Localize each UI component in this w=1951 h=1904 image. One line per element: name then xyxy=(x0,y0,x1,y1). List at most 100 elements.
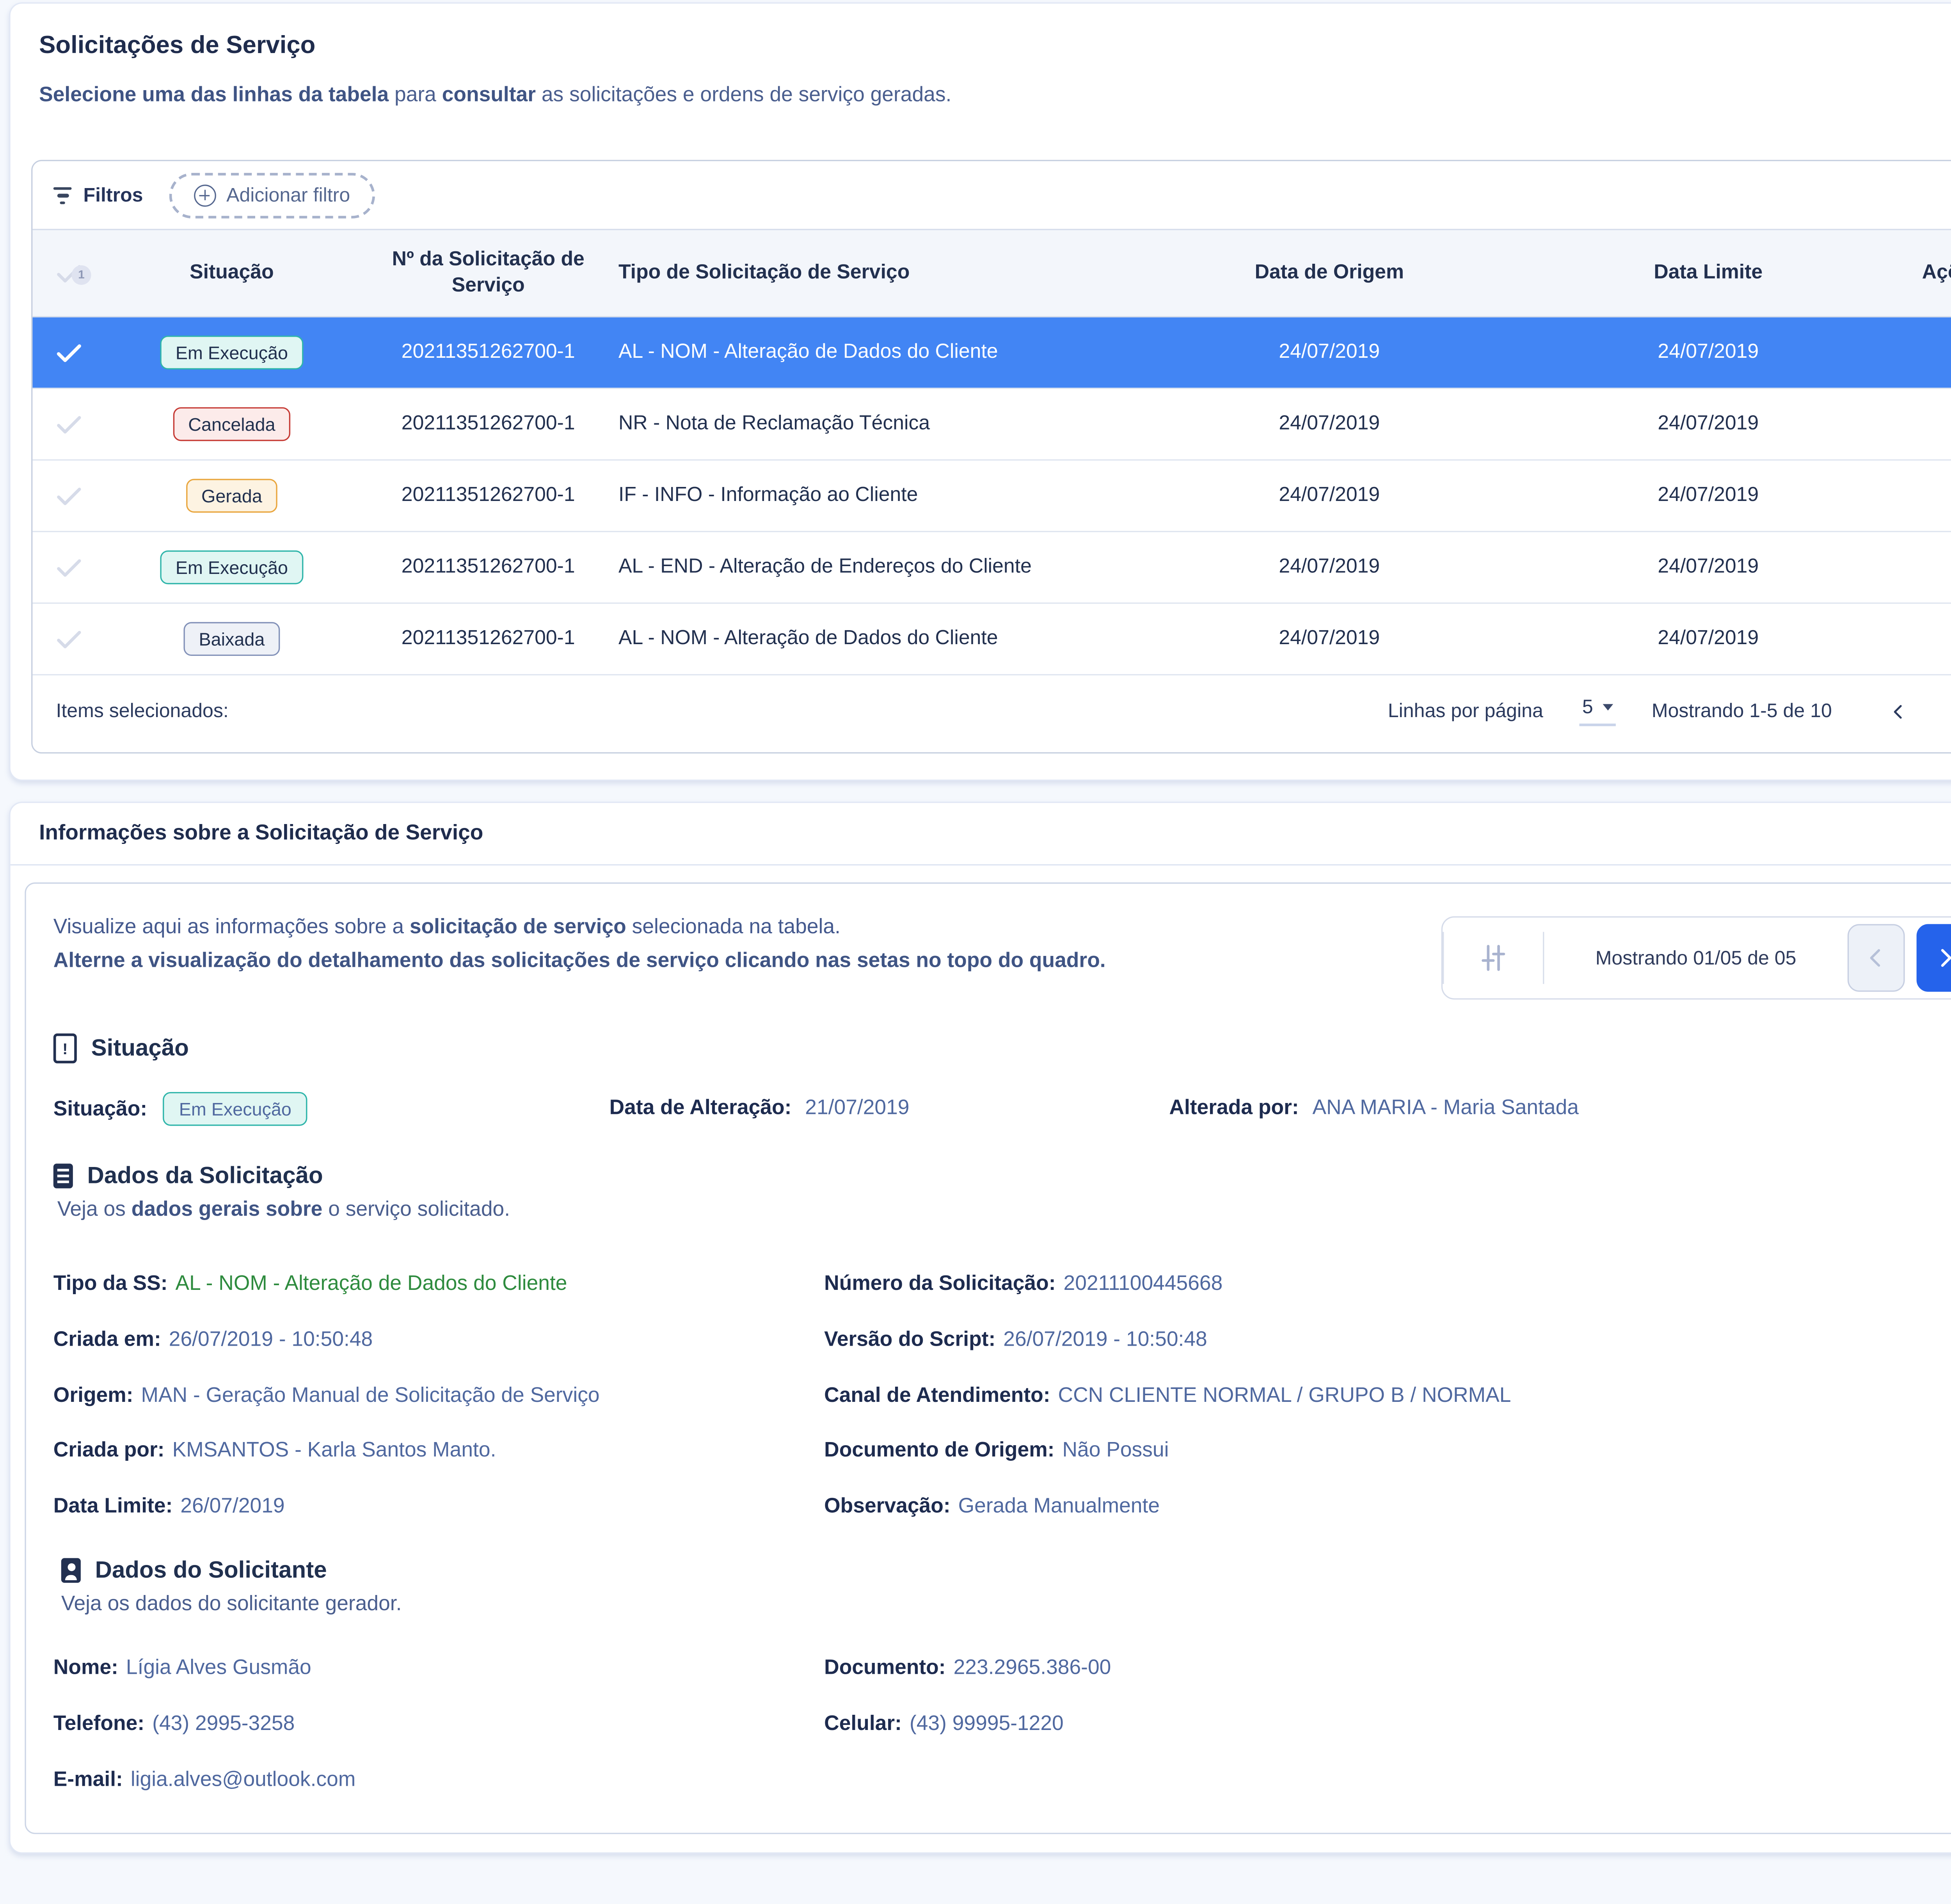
actions-cell xyxy=(1910,625,1951,655)
table-row[interactable]: Em Execução 20211351262700-1 AL - NOM - … xyxy=(32,318,1951,390)
pager-next-button[interactable] xyxy=(1917,925,1951,993)
status-cell: Em Execução xyxy=(105,551,358,585)
alert-box-icon: ! xyxy=(53,1034,77,1064)
status-field: Situação: Em Execução xyxy=(53,1092,609,1126)
filters-label: Filtros xyxy=(53,185,143,207)
field: Observação:Gerada Manualmente xyxy=(824,1493,1951,1521)
actions-cell xyxy=(1910,410,1951,440)
numero-cell: 20211351262700-1 xyxy=(358,485,618,508)
status-cell: Gerada xyxy=(105,480,358,513)
limite-cell: 24/07/2019 xyxy=(1558,341,1858,365)
row-check[interactable] xyxy=(32,624,105,655)
col-header-data-limite: Data Limite xyxy=(1558,250,1858,297)
status-badge: Cancelada xyxy=(172,408,291,442)
rows-per-page-label: Linhas por página xyxy=(1388,701,1543,723)
requester-fields: Nome:Lígia Alves Gusmão Documento:223.29… xyxy=(53,1655,1951,1794)
field: Criada em:26/07/2019 - 10:50:48 xyxy=(53,1326,824,1354)
request-data-section-subtitle: Veja os dados gerais sobre o serviço sol… xyxy=(57,1199,1951,1223)
field: Documento:223.2965.386-00 xyxy=(824,1655,1951,1683)
tipo-cell: AL - NOM - Alteração de Dados do Cliente xyxy=(618,628,1178,651)
tipo-cell: IF - INFO - Informação ao Cliente xyxy=(618,485,1178,508)
status-cell: Em Execução xyxy=(105,336,358,370)
add-filter-button[interactable]: Adicionar filtro xyxy=(169,173,375,218)
tipo-cell: AL - NOM - Alteração de Dados do Cliente xyxy=(618,341,1178,365)
page-title: Solicitações de Serviço xyxy=(39,32,1951,61)
requests-table: Filtros Adicionar filtro 1 Situação Nº d… xyxy=(31,160,1951,754)
info-inner-box: Visualize aqui as informações sobre a so… xyxy=(25,883,1951,1834)
origem-cell: 24/07/2019 xyxy=(1178,628,1480,651)
actions-cell xyxy=(1910,553,1951,583)
status-badge: Gerada xyxy=(186,480,278,513)
info-card-title: Informações sobre a Solicitação de Servi… xyxy=(39,822,483,846)
row-check[interactable] xyxy=(32,552,105,583)
origem-cell: 24/07/2019 xyxy=(1178,413,1480,436)
pager-prev-button[interactable] xyxy=(1848,925,1905,993)
service-requests-card: Solicitações de Serviço i Selecione uma … xyxy=(9,2,1951,781)
field: Tipo da SS:AL - NOM - Alteração de Dados… xyxy=(53,1271,824,1299)
checkmark-icon xyxy=(53,624,85,655)
col-header-numero: Nº da Solicitação de Serviço xyxy=(358,237,618,310)
showing-range-label: Mostrando 1-5 de 10 xyxy=(1652,701,1832,723)
plus-circle-icon xyxy=(194,185,216,207)
info-card-header: Informações sobre a Solicitação de Servi… xyxy=(11,803,1951,866)
page-subtitle: Selecione uma das linhas da tabela para … xyxy=(39,82,1951,111)
pager-showing-label: Mostrando 01/05 de 05 xyxy=(1544,947,1847,970)
field: Documento de Origem:Não Possui xyxy=(824,1437,1951,1465)
limite-cell: 24/07/2019 xyxy=(1558,556,1858,579)
requester-section-subtitle: Veja os dados do solicitante gerador. xyxy=(61,1594,1951,1617)
row-check[interactable] xyxy=(32,481,105,512)
selected-items-label: Items selecionados: xyxy=(56,701,228,723)
checkmark-icon xyxy=(53,552,85,583)
status-section-title: Situação xyxy=(91,1035,189,1062)
col-header-situacao: Situação xyxy=(105,250,358,297)
select-all-header[interactable]: 1 xyxy=(32,248,105,300)
ss-type-value: AL - NOM - Alteração de Dados do Cliente xyxy=(176,1273,567,1296)
prev-page-button[interactable] xyxy=(1887,700,1910,723)
status-badge: Baixada xyxy=(183,623,280,657)
field: Celular:(43) 99995-1220 xyxy=(824,1710,1951,1739)
document-lines-icon xyxy=(53,1164,73,1189)
filter-icon xyxy=(53,187,72,204)
tune-sliders-icon[interactable] xyxy=(1478,943,1509,974)
status-cell: Cancelada xyxy=(105,408,358,442)
request-data-section-header: Dados da Solicitação xyxy=(53,1163,1951,1190)
numero-cell: 20211351262700-1 xyxy=(358,628,618,651)
table-header-row: 1 Situação Nº da Solicitação de Serviço … xyxy=(32,229,1951,318)
actions-cell xyxy=(1910,338,1951,368)
limite-cell: 24/07/2019 xyxy=(1558,413,1858,436)
numero-cell: 20211351262700-1 xyxy=(358,341,618,365)
tipo-cell: AL - END - Alteração de Endereços do Cli… xyxy=(618,556,1178,579)
status-field: Data de Alteração: 21/07/2019 xyxy=(609,1098,1169,1121)
numero-cell: 20211351262700-1 xyxy=(358,413,618,436)
rows-per-page-select[interactable]: 5 xyxy=(1580,697,1615,727)
row-check[interactable] xyxy=(32,337,105,369)
field: Criada por:KMSANTOS - Karla Santos Manto… xyxy=(53,1437,824,1465)
field: E-mail:ligia.alves@outlook.com xyxy=(53,1766,824,1794)
status-badge: Em Execução xyxy=(163,1092,307,1126)
status-badge: Em Execução xyxy=(160,336,304,370)
status-fields-row: Situação: Em Execução Data de Alteração:… xyxy=(53,1092,1951,1126)
col-header-data-origem: Data de Origem xyxy=(1178,250,1480,297)
table-row[interactable]: Em Execução 20211351262700-1 AL - END - … xyxy=(32,533,1951,604)
numero-cell: 20211351262700-1 xyxy=(358,556,618,579)
requester-section-title: Dados do Solicitante xyxy=(95,1557,327,1584)
detail-pager: Mostrando 01/05 de 05 xyxy=(1441,917,1951,1000)
field: Nome:Lígia Alves Gusmão xyxy=(53,1655,824,1683)
row-check[interactable] xyxy=(32,409,105,440)
caret-down-icon xyxy=(1602,705,1613,711)
status-section-header: ! Situação xyxy=(53,1034,1951,1064)
col-header-acoes: Ações SS xyxy=(1910,250,1951,297)
page: Solicitações de Serviço i Selecione uma … xyxy=(0,2,1951,1904)
table-row[interactable]: Baixada 20211351262700-1 AL - NOM - Alte… xyxy=(32,604,1951,676)
table-row[interactable]: Cancelada 20211351262700-1 NR - Nota de … xyxy=(32,389,1951,461)
info-intro-text: Visualize aqui as informações sobre a so… xyxy=(53,911,1106,979)
limite-cell: 24/07/2019 xyxy=(1558,485,1858,508)
checkmark-icon xyxy=(53,481,85,512)
requester-section-header: Dados do Solicitante xyxy=(61,1557,1951,1584)
filter-bar: Filtros Adicionar filtro xyxy=(32,162,1951,229)
selected-count-badge: 1 xyxy=(72,266,91,285)
col-header-tipo: Tipo de Solicitação de Serviço xyxy=(618,250,1178,297)
origem-cell: 24/07/2019 xyxy=(1178,341,1480,365)
request-data-fields: Tipo da SS:AL - NOM - Alteração de Dados… xyxy=(53,1271,1951,1521)
table-row[interactable]: Gerada 20211351262700-1 IF - INFO - Info… xyxy=(32,461,1951,533)
